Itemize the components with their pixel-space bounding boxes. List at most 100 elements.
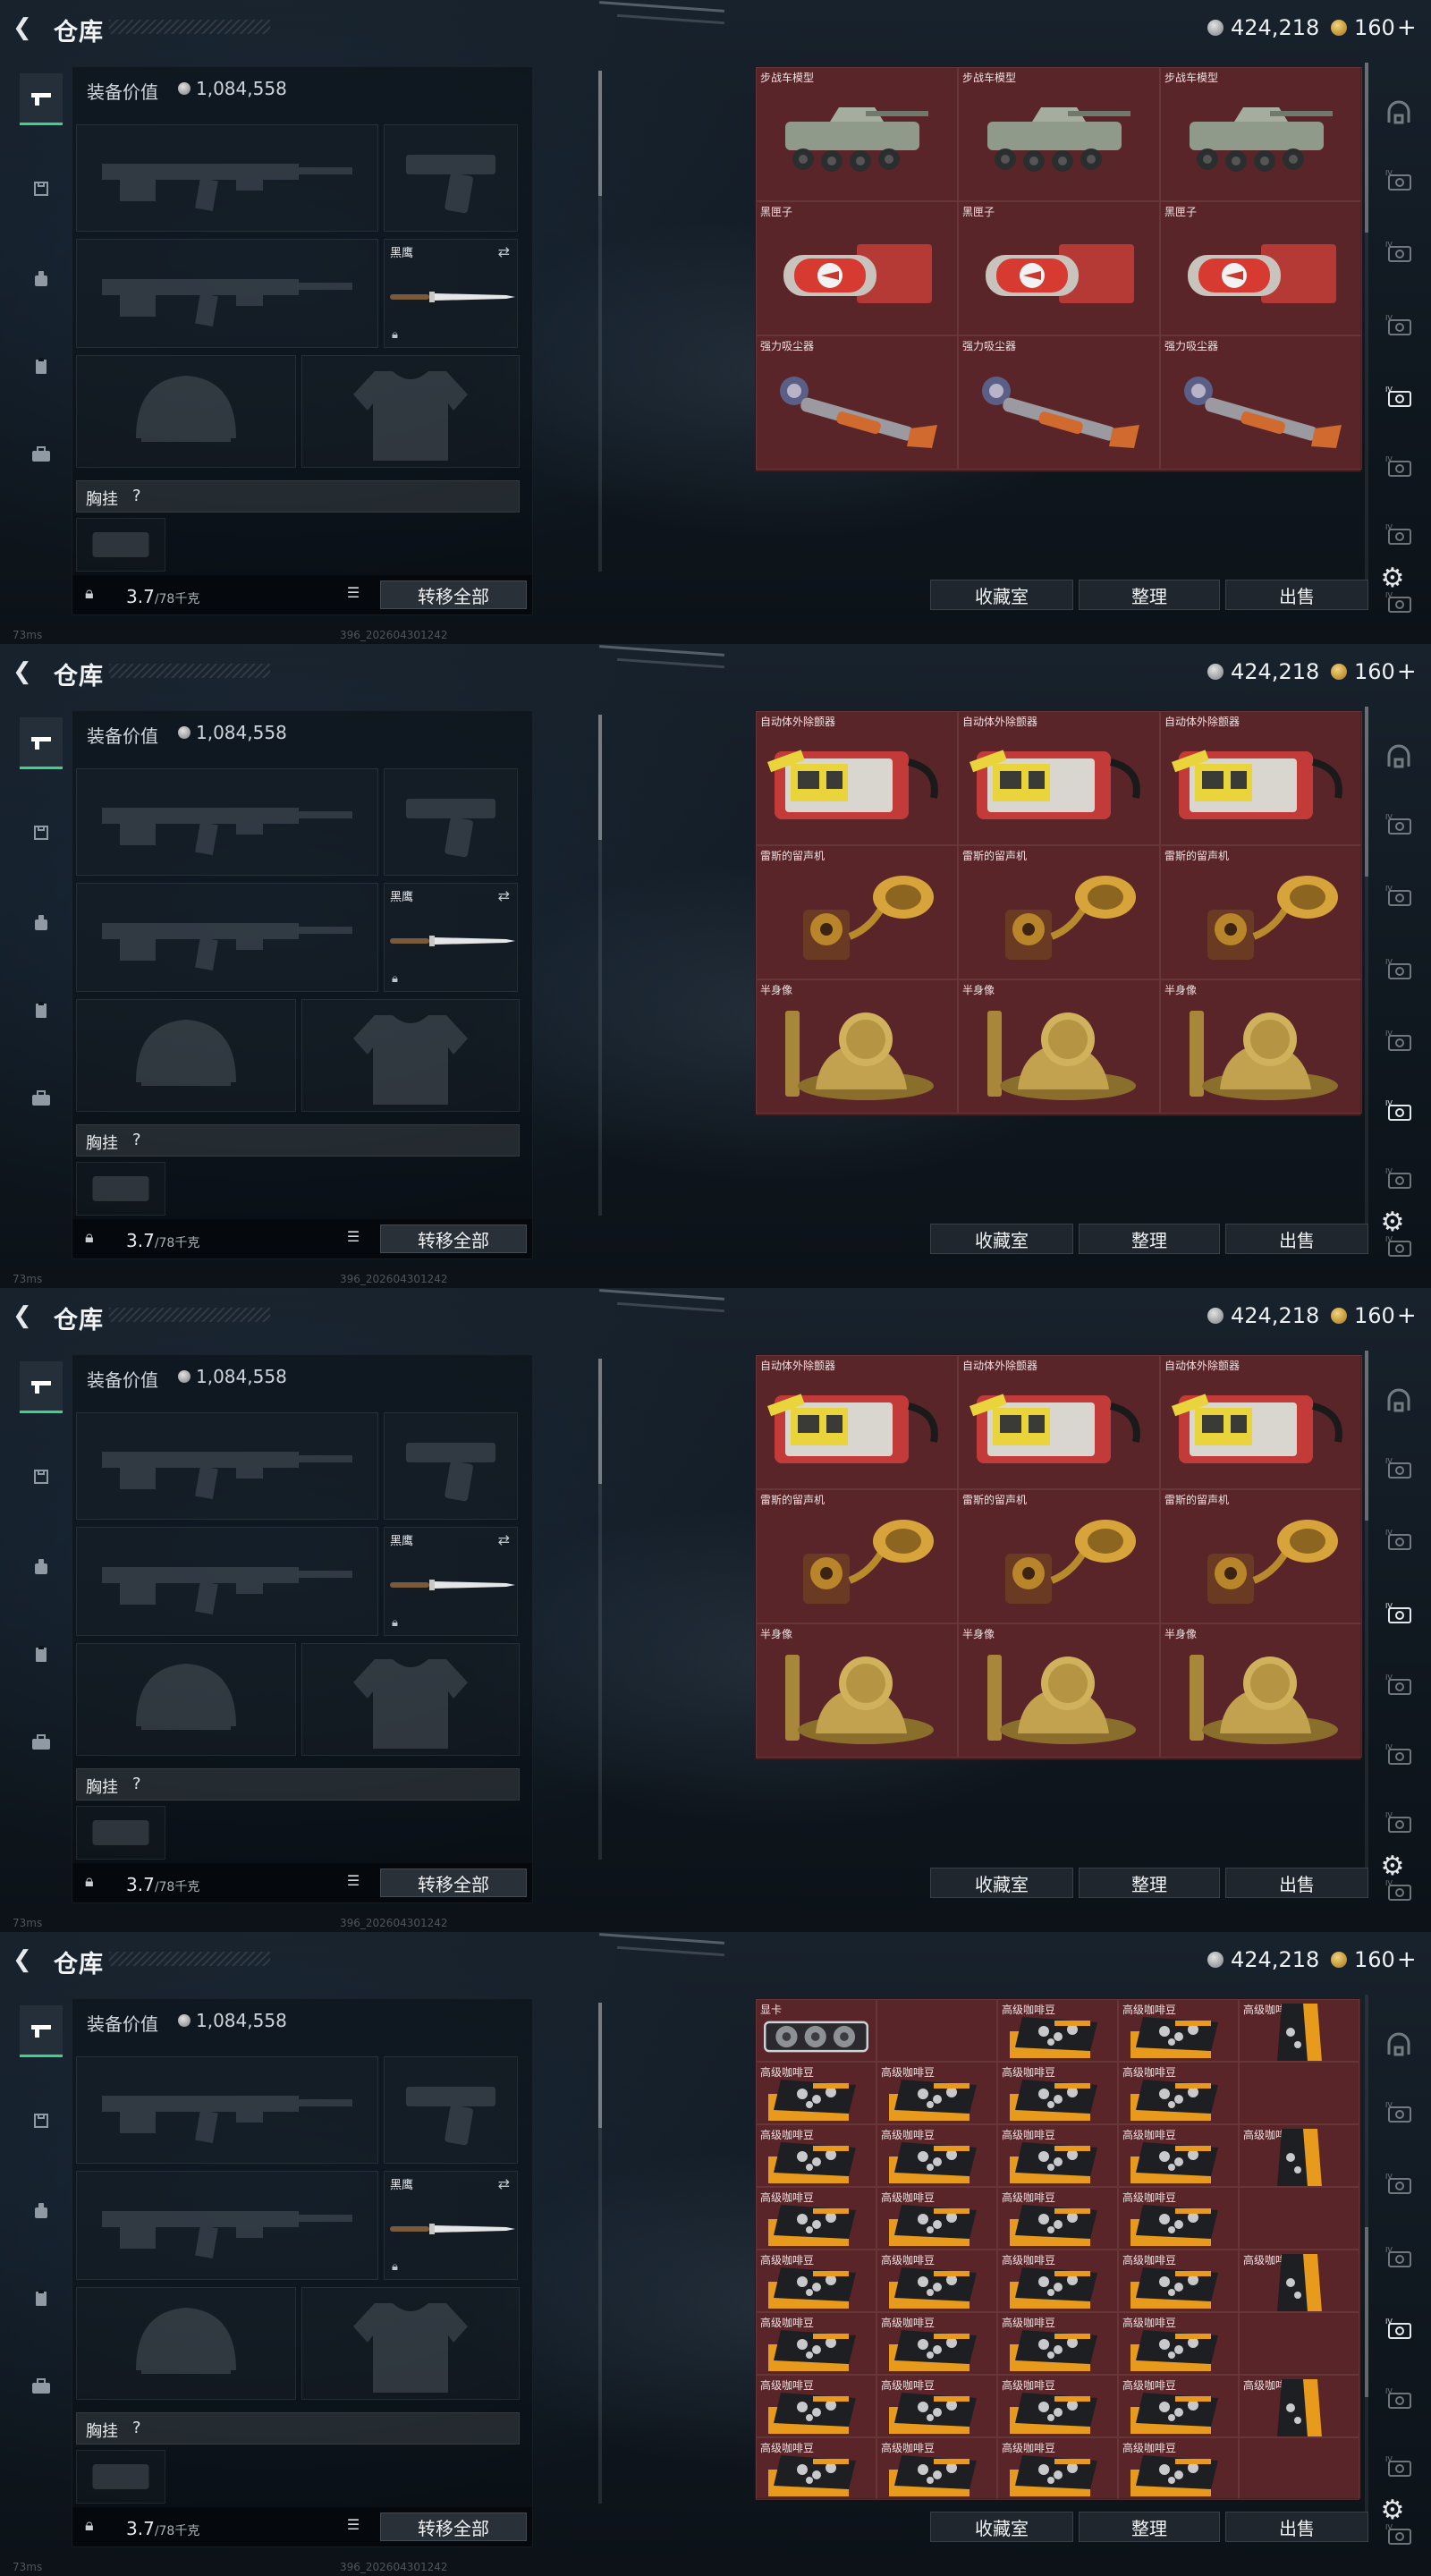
storage-item[interactable]: 黑匣子 — [958, 201, 1160, 335]
loadout-scrollbar[interactable] — [598, 1359, 602, 1860]
storage-item[interactable]: 高级咖啡豆 — [1239, 2375, 1359, 2437]
storage-item[interactable]: 高级咖啡豆 — [1118, 2437, 1239, 2500]
tv-icon[interactable]: IV — [1377, 1453, 1420, 1485]
clipboard-icon[interactable] — [20, 340, 63, 392]
briefcase-icon[interactable] — [20, 1072, 63, 1123]
melee-slot[interactable]: 黑鹰 ⇄ 🔒︎ — [384, 2171, 518, 2280]
tv-icon[interactable]: IV — [1377, 1807, 1420, 1839]
pistol-slot[interactable] — [384, 2056, 518, 2164]
help-icon[interactable]: ? — [132, 487, 141, 505]
gear-icon[interactable]: ⚙ — [1377, 2496, 1408, 2526]
helmet-slot[interactable] — [76, 355, 296, 468]
rifle-icon[interactable] — [20, 1361, 63, 1413]
sell-button[interactable]: 出售 — [1225, 1868, 1368, 1898]
tv-icon[interactable]: IV — [1377, 1597, 1420, 1630]
storage-item[interactable]: 高级咖啡豆 — [876, 2187, 997, 2250]
primary-weapon-slot[interactable] — [76, 1412, 378, 1520]
storage-scrollbar[interactable] — [1365, 1995, 1368, 2531]
secondary-weapon-slot[interactable] — [76, 239, 378, 348]
arch-icon[interactable] — [1377, 97, 1420, 129]
scroll-thumb[interactable] — [598, 715, 602, 840]
storage-item[interactable]: 半身像 — [958, 1623, 1160, 1758]
gear-icon[interactable]: ⚙ — [1377, 564, 1408, 594]
rifle-icon[interactable] — [20, 73, 63, 125]
tv-icon[interactable]: IV — [1377, 165, 1420, 197]
storage-item[interactable] — [1239, 2062, 1359, 2124]
gold-currency[interactable]: 160 + — [1331, 658, 1417, 685]
backpack-icon[interactable] — [20, 1540, 63, 1592]
melee-slot[interactable]: 黑鹰 ⇄ 🔒︎ — [384, 239, 518, 348]
sell-button[interactable]: 出售 — [1225, 2512, 1368, 2542]
tv-icon[interactable]: IV — [1377, 2383, 1420, 2415]
help-icon[interactable]: ? — [132, 2419, 141, 2437]
sell-button[interactable]: 出售 — [1225, 1224, 1368, 1254]
storage-item[interactable]: 自动体外除颤器 — [958, 1355, 1160, 1489]
pistol-slot[interactable] — [384, 124, 518, 232]
sort-button[interactable]: 整理 — [1079, 1224, 1220, 1254]
helmet-slot[interactable] — [76, 999, 296, 1112]
swap-icon[interactable]: ⇄ — [498, 1531, 510, 1548]
storage-item[interactable]: 高级咖啡豆 — [1118, 2375, 1239, 2437]
storage-item[interactable]: 雷斯的留声机 — [1160, 1489, 1362, 1623]
storage-item[interactable]: 高级咖啡豆 — [756, 2062, 876, 2124]
helmet-slot[interactable] — [76, 1643, 296, 1756]
storage-scrollbar[interactable] — [1365, 63, 1368, 599]
tv-icon[interactable]: IV — [1377, 381, 1420, 413]
swap-icon[interactable]: ⇄ — [498, 243, 510, 260]
primary-weapon-slot[interactable] — [76, 768, 378, 876]
secondary-weapon-slot[interactable] — [76, 883, 378, 992]
scroll-thumb[interactable] — [1365, 707, 1368, 877]
collection-room-button[interactable]: 收藏室 — [930, 1868, 1073, 1898]
storage-item[interactable]: 高级咖啡豆 — [997, 2312, 1118, 2375]
clipboard-icon[interactable] — [20, 984, 63, 1036]
storage-item[interactable]: 雷斯的留声机 — [756, 1489, 958, 1623]
primary-weapon-slot[interactable] — [76, 124, 378, 232]
tv-icon[interactable]: IV — [1377, 2168, 1420, 2200]
list-icon[interactable]: ☰ — [339, 1228, 368, 1250]
back-arrow-icon[interactable]: ❮ — [13, 1946, 39, 1973]
storage-item[interactable] — [876, 1999, 997, 2062]
arch-icon[interactable] — [1377, 1385, 1420, 1417]
transfer-all-button[interactable]: 转移全部 — [380, 1868, 527, 1897]
tv-icon[interactable]: IV — [1377, 1095, 1420, 1127]
loadout-scrollbar[interactable] — [598, 715, 602, 1216]
storage-item[interactable] — [1239, 2437, 1359, 2500]
gold-currency[interactable]: 160 + — [1331, 1946, 1417, 1973]
tv-icon[interactable]: IV — [1377, 953, 1420, 986]
tv-icon[interactable]: IV — [1377, 451, 1420, 483]
storage-item[interactable]: 步战车模型 — [756, 67, 958, 201]
scroll-thumb[interactable] — [1365, 2227, 1368, 2397]
swap-icon[interactable]: ⇄ — [498, 887, 510, 904]
melee-slot[interactable]: 黑鹰 ⇄ 🔒︎ — [384, 883, 518, 992]
chest-rig-header[interactable]: 胸挂 ? — [76, 480, 520, 513]
storage-item[interactable]: 高级咖啡豆 — [1239, 2124, 1359, 2187]
storage-item[interactable]: 步战车模型 — [1160, 67, 1362, 201]
vest-icon[interactable] — [20, 2095, 63, 2147]
storage-item[interactable]: 高级咖啡豆 — [1239, 1999, 1359, 2062]
storage-scrollbar[interactable] — [1365, 707, 1368, 1243]
storage-item[interactable]: 高级咖啡豆 — [1118, 2250, 1239, 2312]
storage-item[interactable]: 高级咖啡豆 — [1239, 2250, 1359, 2312]
tv-icon[interactable]: IV — [1377, 1025, 1420, 1057]
clipboard-icon[interactable] — [20, 1628, 63, 1680]
storage-item[interactable]: 高级咖啡豆 — [756, 2250, 876, 2312]
transfer-all-button[interactable]: 转移全部 — [380, 1224, 527, 1253]
gear-icon[interactable]: ⚙ — [1377, 1208, 1408, 1238]
storage-item[interactable] — [1239, 2187, 1359, 2250]
storage-item[interactable]: 高级咖啡豆 — [876, 2437, 997, 2500]
list-icon[interactable]: ☰ — [339, 2516, 368, 2538]
storage-item[interactable]: 高级咖啡豆 — [997, 2062, 1118, 2124]
add-gold-icon[interactable]: + — [1397, 14, 1417, 41]
storage-item[interactable]: 半身像 — [756, 979, 958, 1114]
storage-item[interactable]: 自动体外除颤器 — [1160, 711, 1362, 845]
help-icon[interactable]: ? — [132, 1775, 141, 1793]
armor-slot[interactable] — [301, 355, 520, 468]
chest-rig-header[interactable]: 胸挂 ? — [76, 1124, 520, 1157]
tv-icon[interactable]: IV — [1377, 1739, 1420, 1771]
chest-rig-header[interactable]: 胸挂 ? — [76, 2412, 520, 2445]
help-icon[interactable]: ? — [132, 1131, 141, 1149]
add-gold-icon[interactable]: + — [1397, 1946, 1417, 1973]
storage-item[interactable]: 高级咖啡豆 — [997, 2437, 1118, 2500]
storage-item[interactable]: 强力吸尘器 — [1160, 335, 1362, 470]
backpack-icon[interactable] — [20, 896, 63, 948]
